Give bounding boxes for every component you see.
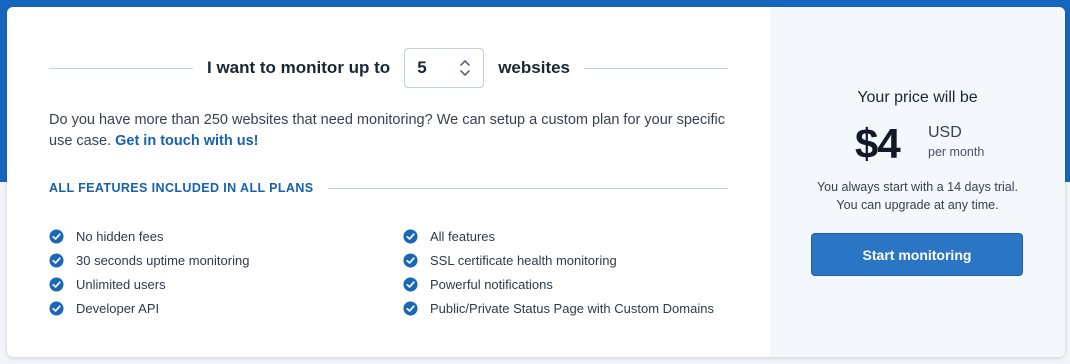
feature-item: Public/Private Status Page with Custom D… [403,296,714,320]
price-currency: USD [928,124,962,141]
feature-label: SSL certificate health monitoring [430,252,617,268]
feature-item: 30 seconds uptime monitoring [49,248,249,272]
feature-item: Unlimited users [49,272,249,296]
features-column-left: No hidden fees 30 seconds uptime monitor… [49,224,249,320]
check-circle-icon [403,252,418,268]
feature-item: All features [403,224,714,248]
start-monitoring-button[interactable]: Start monitoring [811,233,1023,276]
chevron-up-down-icon[interactable] [459,58,471,78]
feature-label: 30 seconds uptime monitoring [76,252,250,268]
feature-label: Public/Private Status Page with Custom D… [430,300,714,316]
website-count-value[interactable]: 5 [417,58,426,78]
website-count-stepper[interactable]: 5 [404,48,485,88]
check-circle-icon [403,228,418,244]
feature-label: Unlimited users [76,276,166,292]
feature-label: Developer API [76,300,160,316]
features-title: ALL FEATURES INCLUDED IN ALL PLANS [49,181,314,195]
custom-plan-info: Do you have more than 250 websites that … [49,110,729,152]
monitor-row: I want to monitor up to 5 websites [49,47,729,89]
price-amount: $4 [855,120,901,167]
check-circle-icon [49,252,64,268]
feature-label: No hidden fees [76,228,164,244]
divider-right [584,67,729,69]
check-circle-icon [49,276,64,292]
feature-item: Powerful notifications [403,272,714,296]
features-column-right: All features SSL certificate health moni… [403,224,714,320]
check-circle-icon [403,276,418,292]
feature-item: SSL certificate health monitoring [403,248,714,272]
features-heading: ALL FEATURES INCLUDED IN ALL PLANS [49,179,728,197]
monitor-suffix-label: websites [498,58,571,77]
trial-line-1: You always start with a 14 days trial. [816,180,1019,194]
features-divider [327,187,728,189]
check-circle-icon [403,300,418,316]
chevron-up-down-icon-svg [460,60,471,76]
feature-label: Powerful notifications [430,276,553,292]
trial-line-2: You can upgrade at any time. [836,198,999,212]
monitor-prefix-label: I want to monitor up to [207,58,391,77]
plan-configurator: I want to monitor up to 5 websites Do yo… [7,7,770,357]
divider-left [49,67,193,69]
trial-note: You always start with a 14 days trial. Y… [770,178,1065,214]
price-summary-panel: Your price will be $4 USD per month You … [770,7,1065,357]
check-circle-icon [49,228,64,244]
feature-item: No hidden fees [49,224,249,248]
contact-link[interactable]: Get in touch with us! [115,133,258,149]
pricing-card: I want to monitor up to 5 websites Do yo… [7,7,1065,357]
price-period: per month [928,145,985,159]
feature-label: All features [430,228,496,244]
feature-item: Developer API [49,296,249,320]
price-title: Your price will be [857,89,978,106]
check-circle-icon [49,300,64,316]
